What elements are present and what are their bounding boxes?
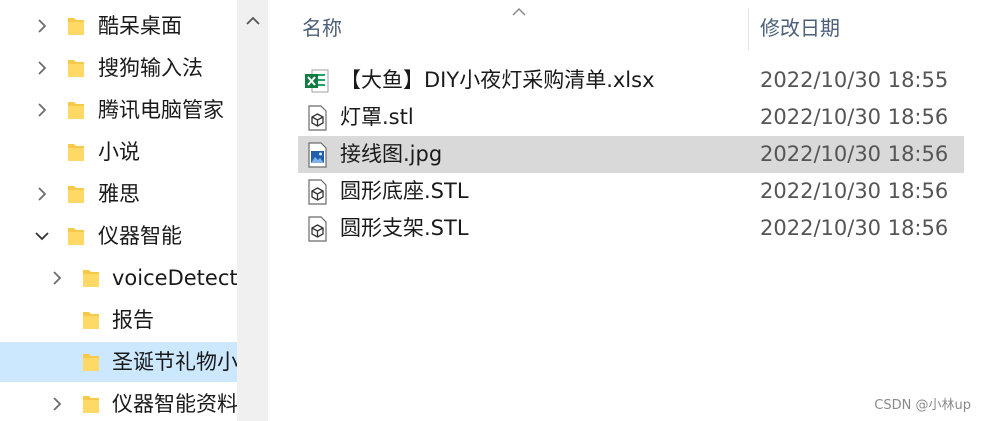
file-row[interactable]: 【大鱼】DIY小夜灯采购清单.xlsx 2022/10/30 18:55 [298, 62, 964, 99]
3d-model-file-icon [304, 216, 330, 242]
sort-ascending-icon [511, 2, 527, 16]
file-list-pane: 名称 修改日期 【大鱼】DIY小夜灯采购清单.xlsx 2022/10/30 1… [268, 0, 986, 421]
chevron-down-icon[interactable] [30, 216, 54, 256]
file-date-modified: 2022/10/30 18:56 [760, 179, 949, 203]
nav-item-label: 酷呆桌面 [98, 14, 182, 38]
file-name: 圆形支架.STL [340, 216, 469, 240]
file-name: 灯罩.stl [340, 105, 414, 129]
3d-model-file-icon [304, 179, 330, 205]
nav-item-ielts[interactable]: 雅思 [0, 174, 237, 214]
image-file-icon [304, 142, 330, 168]
nav-item-report[interactable]: 报告 [0, 300, 237, 340]
file-name: 【大鱼】DIY小夜灯采购清单.xlsx [340, 68, 655, 92]
chevron-right-icon[interactable] [45, 258, 69, 298]
nav-item-label: 小说 [98, 140, 140, 164]
chevron-right-icon[interactable] [30, 6, 54, 46]
chevron-right-icon[interactable] [45, 384, 69, 421]
folder-icon [66, 141, 86, 163]
nav-item-label: 腾讯电脑管家 [98, 98, 224, 122]
nav-item-kudai-desktop[interactable]: 酷呆桌面 [0, 6, 237, 46]
chevron-right-icon[interactable] [30, 48, 54, 88]
nav-item-sogou-input[interactable]: 搜狗输入法 [0, 48, 237, 88]
column-header-date-modified[interactable]: 修改日期 [760, 6, 840, 50]
nav-item-label: 搜狗输入法 [98, 56, 203, 80]
folder-icon [66, 225, 86, 247]
nav-item-label: 圣诞节礼物小 [112, 350, 237, 374]
nav-item-label: 雅思 [98, 182, 140, 206]
file-row[interactable]: 圆形支架.STL 2022/10/30 18:56 [298, 210, 964, 247]
file-row[interactable]: 圆形底座.STL 2022/10/30 18:56 [298, 173, 964, 210]
file-name: 接线图.jpg [340, 142, 443, 166]
folder-icon [81, 393, 101, 415]
chevron-right-icon[interactable] [30, 90, 54, 130]
folder-icon [81, 267, 101, 289]
watermark-text: CSDN @小林up [874, 398, 971, 413]
folder-icon [66, 183, 86, 205]
scroll-up-arrow-icon[interactable] [237, 5, 268, 35]
column-header-name[interactable]: 名称 [302, 6, 342, 50]
nav-item-novel[interactable]: 小说 [0, 132, 237, 172]
folder-icon [81, 351, 101, 373]
file-date-modified: 2022/10/30 18:56 [760, 105, 949, 129]
3d-model-file-icon [304, 105, 330, 131]
nav-item-christmas-gift[interactable]: 圣诞节礼物小 [0, 342, 237, 382]
nav-item-label: 报告 [112, 308, 154, 332]
file-date-modified: 2022/10/30 18:56 [760, 142, 949, 166]
nav-item-label: 仪器智能 [98, 224, 182, 248]
column-divider[interactable] [748, 8, 749, 50]
file-row[interactable]: 接线图.jpg 2022/10/30 18:56 [298, 136, 964, 173]
file-name: 圆形底座.STL [340, 179, 469, 203]
nav-item-tencent-pc-manager[interactable]: 腾讯电脑管家 [0, 90, 237, 130]
nav-item-voicedetect[interactable]: voiceDetect [0, 258, 237, 298]
nav-item-label: voiceDetect [112, 266, 237, 290]
file-date-modified: 2022/10/30 18:56 [760, 216, 949, 240]
nav-item-instrument-intelligence[interactable]: 仪器智能 [0, 216, 237, 256]
file-row[interactable]: 灯罩.stl 2022/10/30 18:56 [298, 99, 964, 136]
navigation-pane: 酷呆桌面 搜狗输入法 腾讯电脑管家 小说 雅思 仪器智能 voiceDetect… [0, 0, 237, 421]
chevron-right-icon[interactable] [30, 174, 54, 214]
nav-item-instrument-materials[interactable]: 仪器智能资料 [0, 384, 237, 421]
nav-scrollbar[interactable] [237, 0, 268, 421]
nav-item-label: 仪器智能资料 [112, 392, 237, 416]
folder-icon [66, 15, 86, 37]
file-date-modified: 2022/10/30 18:55 [760, 68, 949, 92]
folder-icon [66, 57, 86, 79]
excel-file-icon [304, 68, 330, 94]
folder-icon [66, 99, 86, 121]
folder-icon [81, 309, 101, 331]
